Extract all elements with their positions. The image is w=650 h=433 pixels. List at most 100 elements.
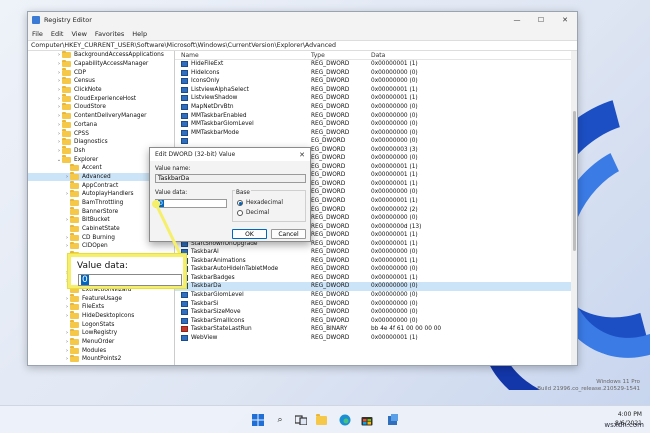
tree-item-label: FeatureUsage bbox=[82, 295, 122, 302]
store-icon[interactable] bbox=[360, 413, 374, 427]
value-type: EG_DWORD bbox=[311, 189, 346, 196]
value-row[interactable]: TaskbarSmallIcons REG_DWORD 0x00000000 (0) bbox=[175, 316, 577, 325]
task-view-icon[interactable] bbox=[294, 413, 308, 427]
tree-item[interactable]: › MenuOrder bbox=[28, 337, 174, 347]
dialog-close-button[interactable]: ✕ bbox=[294, 151, 310, 159]
tree-item-label: CabinetState bbox=[82, 226, 120, 233]
tree-item-label: CPSS bbox=[74, 130, 89, 137]
tree-item[interactable]: LogonStats bbox=[28, 320, 174, 329]
minimize-button[interactable]: — bbox=[505, 12, 529, 28]
tree-item[interactable]: › ClickNote bbox=[28, 85, 174, 95]
tree-item[interactable]: › CDP bbox=[28, 68, 174, 77]
callout-field: 0 bbox=[78, 274, 182, 286]
edge-browser-icon[interactable] bbox=[338, 413, 352, 427]
title-bar: Registry Editor — ☐ ✕ bbox=[28, 12, 577, 28]
value-row[interactable]: HideFileExt REG_DWORD 0x00000001 (1) bbox=[175, 60, 577, 69]
value-name: TaskbarAl bbox=[191, 249, 219, 256]
column-type[interactable]: Type bbox=[311, 52, 371, 59]
column-name[interactable]: Name bbox=[175, 52, 311, 59]
decimal-radio[interactable]: Decimal bbox=[237, 210, 269, 216]
value-row[interactable]: WebView REG_DWORD 0x00000001 (1) bbox=[175, 334, 577, 343]
tree-item[interactable]: › Modules bbox=[28, 346, 174, 355]
value-data: 0x00000000 (0) bbox=[371, 138, 418, 145]
value-row[interactable]: TaskbarAl REG_DWORD 0x00000000 (0) bbox=[175, 248, 577, 257]
tree-item[interactable]: › CapabilityAccessManager bbox=[28, 59, 174, 69]
menu-help[interactable]: Help bbox=[132, 30, 147, 38]
value-row[interactable]: TaskbarBadges REG_DWORD 0x00000001 (1) bbox=[175, 274, 577, 283]
tree-item-label: ClickNote bbox=[74, 87, 102, 94]
reg-value-icon bbox=[181, 138, 188, 145]
value-row[interactable]: TaskbarGlomLevel REG_DWORD 0x00000000 (0) bbox=[175, 291, 577, 300]
value-name-label: Value name: bbox=[155, 166, 191, 172]
vertical-scrollbar[interactable] bbox=[571, 51, 577, 365]
column-data[interactable]: Data bbox=[371, 52, 577, 59]
value-row[interactable]: ListviewAlphaSelect REG_DWORD 0x00000001 (… bbox=[175, 86, 577, 95]
tree-item-label: LogonStats bbox=[82, 321, 115, 328]
tree-item[interactable]: › LowRegistry bbox=[28, 328, 174, 338]
tree-item[interactable]: › Cortana bbox=[28, 120, 174, 130]
value-row[interactable]: IconsOnly REG_DWORD 0x00000000 (0) bbox=[175, 77, 577, 86]
folder-icon bbox=[70, 233, 79, 241]
value-data: 0x00000001 (1) bbox=[371, 61, 418, 68]
tree-item[interactable]: › HideDesktopIcons bbox=[28, 311, 174, 321]
value-row[interactable]: MapNetDrvBtn REG_DWORD 0x00000000 (0) bbox=[175, 103, 577, 112]
value-data-callout: Value data: 0 bbox=[68, 254, 186, 288]
tree-item[interactable]: › FileExts bbox=[28, 302, 174, 312]
tree-item-label: AppContract bbox=[82, 182, 119, 189]
tree-item[interactable]: › BackgroundAccessApplications bbox=[28, 51, 174, 60]
value-data: 0x00000001 (1) bbox=[371, 198, 418, 205]
value-row[interactable]: TaskbarAutoHideInTabletMode REG_DWORD 0x00… bbox=[175, 265, 577, 274]
value-row[interactable]: TaskbarAnimations REG_DWORD 0x00000001 (1) bbox=[175, 257, 577, 266]
address-bar[interactable]: Computer\HKEY_CURRENT_USER\Software\Micr… bbox=[28, 40, 577, 51]
value-name: MMTaskbarEnabled bbox=[191, 112, 247, 119]
value-data: 0x00000001 (1) bbox=[371, 163, 418, 170]
tree-item[interactable]: › CloudStore bbox=[28, 102, 174, 112]
value-type: REG_DWORD bbox=[311, 257, 350, 264]
menu-file[interactable]: File bbox=[32, 30, 43, 38]
value-row[interactable]: TaskbarSi REG_DWORD 0x00000000 (0) bbox=[175, 299, 577, 308]
scrollbar-thumb[interactable] bbox=[573, 111, 576, 251]
value-row[interactable]: TaskbarSizeMove REG_DWORD 0x00000000 (0) bbox=[175, 308, 577, 317]
folder-icon bbox=[62, 68, 71, 76]
maximize-button[interactable]: ☐ bbox=[529, 12, 553, 28]
hexadecimal-radio[interactable]: Hexadecimal bbox=[237, 200, 283, 206]
tree-item[interactable]: › CPSS bbox=[28, 129, 174, 138]
value-row[interactable]: EG_DWORD 0x00000000 (0) bbox=[175, 137, 577, 146]
tree-item[interactable]: › FeatureUsage bbox=[28, 294, 174, 303]
value-row[interactable]: MMTaskbarEnabled REG_DWORD 0x00000000 (0) bbox=[175, 111, 577, 120]
ok-button[interactable]: OK bbox=[232, 229, 267, 239]
start-icon[interactable] bbox=[251, 413, 265, 427]
value-row[interactable]: TaskbarStateLastRun REG_BINARY bb 4e 4f 61… bbox=[175, 325, 577, 334]
cancel-button[interactable]: Cancel bbox=[271, 229, 306, 239]
tree-item[interactable]: › Diagnostics bbox=[28, 137, 174, 147]
value-name: MapNetDrvBtn bbox=[191, 104, 234, 110]
value-name-field[interactable]: TaskbarDa bbox=[155, 174, 306, 183]
value-row[interactable]: HideIcons REG_DWORD 0x00000000 (0) bbox=[175, 69, 577, 78]
menu-view[interactable]: View bbox=[71, 30, 86, 38]
tree-item-label: CloudStore bbox=[74, 104, 106, 111]
value-data: 0x00000000 (0) bbox=[371, 249, 418, 256]
reg-value-icon bbox=[181, 69, 188, 76]
tree-item[interactable]: › MountPoints2 bbox=[28, 354, 174, 364]
search-icon[interactable]: ⌕ bbox=[273, 413, 287, 427]
menu-edit[interactable]: Edit bbox=[51, 30, 64, 38]
value-type: EG_DWORD bbox=[311, 206, 346, 213]
regedit-taskbar-icon[interactable] bbox=[386, 413, 400, 427]
menu-favorites[interactable]: Favorites bbox=[95, 30, 124, 38]
value-name: HideIcons bbox=[191, 69, 220, 76]
value-data: bb 4e 4f 61 00 00 00 00 bbox=[371, 326, 442, 333]
value-data: 0x00000000 (0) bbox=[371, 292, 418, 299]
value-data: 0x00000001 (1) bbox=[371, 240, 418, 247]
value-row[interactable]: TaskbarDa REG_DWORD 0x00000000 (0) bbox=[175, 282, 577, 291]
value-row[interactable]: MMTaskbarMode REG_DWORD 0x00000000 (0) bbox=[175, 128, 577, 137]
close-button[interactable]: ✕ bbox=[553, 12, 577, 28]
tree-item[interactable]: › ContentDeliveryManager bbox=[28, 111, 174, 121]
value-row[interactable]: MMTaskbarGlomLevel REG_DWORD 0x00000000 (0… bbox=[175, 120, 577, 129]
folder-icon bbox=[70, 294, 79, 302]
tree-item[interactable]: › Census bbox=[28, 76, 174, 86]
folder-icon bbox=[62, 111, 71, 120]
tree-item[interactable]: › CloudExperienceHost bbox=[28, 94, 174, 103]
explorer-folder-icon[interactable] bbox=[316, 413, 330, 427]
value-row[interactable]: ListviewShadow REG_DWORD 0x00000001 (1) bbox=[175, 94, 577, 103]
value-data: 0x00000001 (1) bbox=[371, 180, 418, 187]
